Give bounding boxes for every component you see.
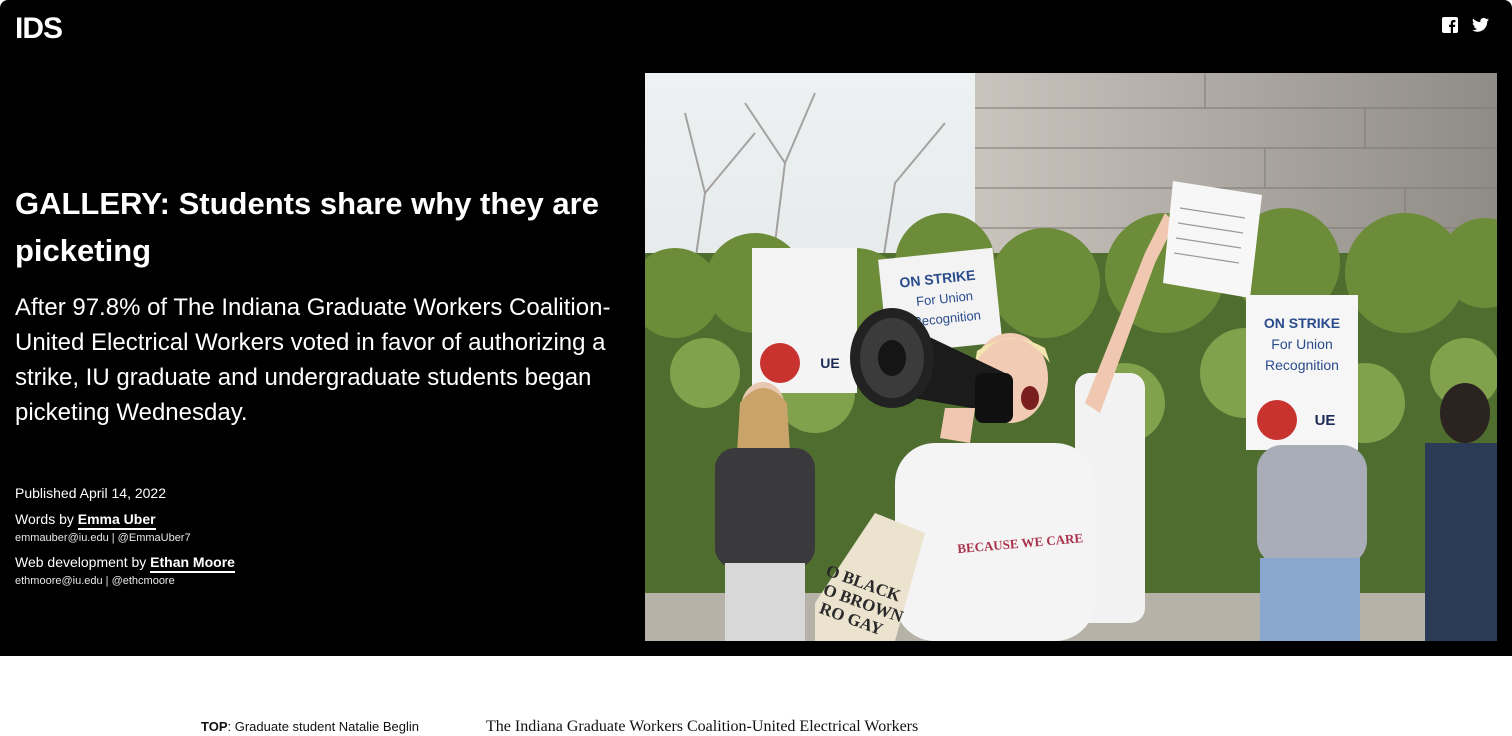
protest-photo-illustration: ON STRIKE For Union Recognition UE ON ST… (645, 73, 1497, 641)
hero-photo: ON STRIKE For Union Recognition UE ON ST… (645, 73, 1497, 641)
author-link-emma-uber[interactable]: Emma Uber (77, 511, 156, 530)
webdev-credit: Web development by Ethan Moore (15, 553, 235, 573)
publish-date: Published April 14, 2022 (15, 485, 166, 501)
article-headline: GALLERY: Students share why they are pic… (15, 186, 599, 268)
byline-block: Published April 14, 2022 Words by Emma U… (15, 484, 235, 588)
twitter-icon[interactable] (1472, 17, 1489, 33)
article-dek: After 97.8% of The Indiana Graduate Work… (15, 294, 611, 426)
social-links (1442, 17, 1489, 33)
facebook-icon[interactable] (1442, 17, 1458, 33)
svg-text:UE: UE (820, 355, 839, 371)
sign-right-line2: For Union (1271, 336, 1332, 352)
sign-right-line3: Recognition (1265, 357, 1339, 373)
hero-section: IDS GALLERY: Students share why they are… (0, 0, 1512, 656)
article-body-first-line: The Indiana Graduate Workers Coalition-U… (486, 718, 919, 735)
webdev-contact: ethmoore@iu.edu | @ethcmoore (15, 575, 175, 587)
svg-text:UE: UE (1315, 412, 1336, 429)
words-credit: Words by Emma Uber (15, 510, 235, 530)
webdev-prefix: Web development by (15, 554, 151, 570)
sign-right-line1: ON STRIKE (1264, 315, 1340, 331)
caption-label: TOP (201, 719, 228, 734)
photo-caption: TOP: Graduate student Natalie Beglin (201, 719, 419, 734)
caption-text: : Graduate student Natalie Beglin (227, 719, 420, 734)
words-prefix: Words by (15, 511, 78, 527)
words-contact: emmauber@iu.edu | @EmmaUber7 (15, 532, 191, 544)
author-link-ethan-moore[interactable]: Ethan Moore (150, 554, 235, 573)
ids-logo[interactable]: IDS (15, 12, 63, 46)
